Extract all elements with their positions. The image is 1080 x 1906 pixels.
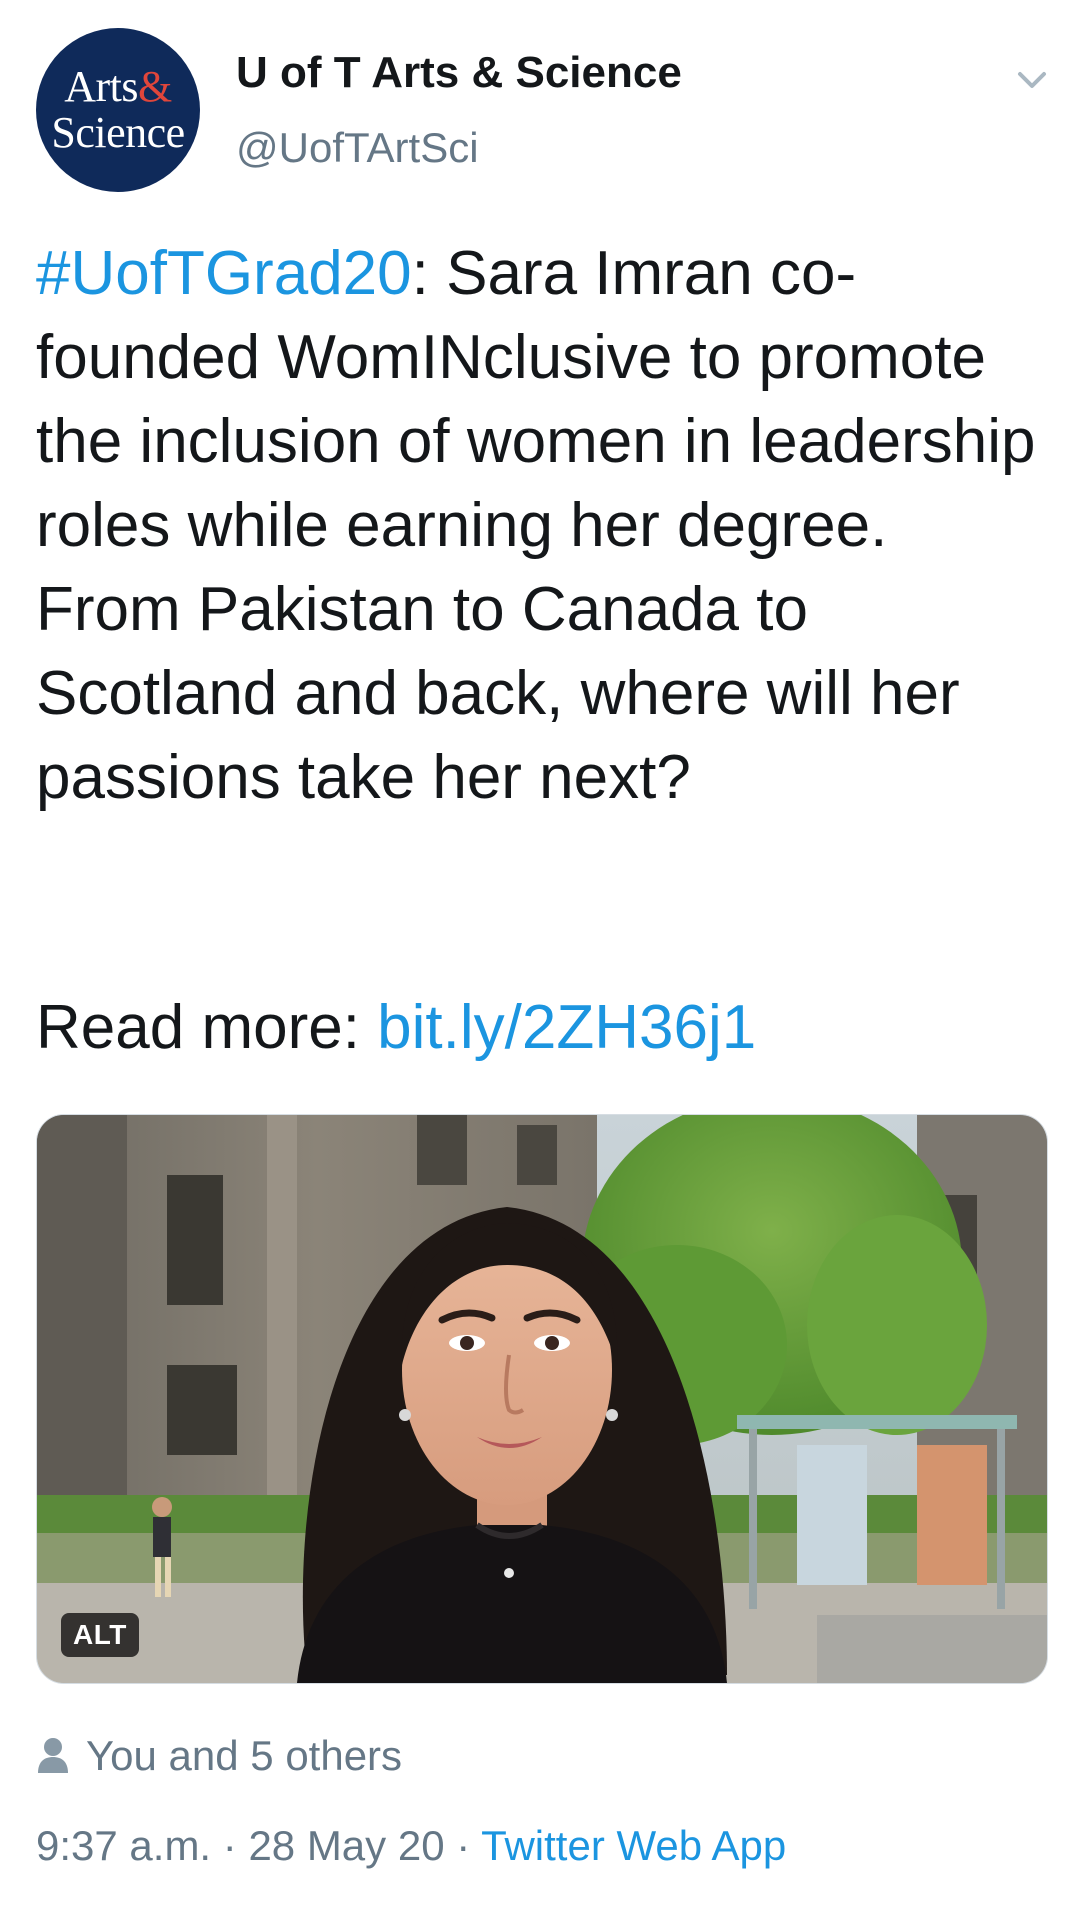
avatar-text-science: Science (51, 108, 185, 157)
tweet-meta: 9:37 a.m. · 28 May 20 · Twitter Web App (36, 1822, 786, 1870)
tweet-text: #UofTGrad20: Sara Imran co-founded WomIN… (36, 232, 1046, 820)
avatar-text-arts: Arts (64, 62, 139, 111)
tweet-body: : Sara Imran co-founded WomINclusive to … (36, 239, 1036, 812)
source-app-link[interactable]: Twitter Web App (481, 1822, 786, 1869)
separator-dot: · (444, 1822, 482, 1869)
person-icon (38, 1738, 68, 1773)
media-photo[interactable]: ALT (36, 1114, 1048, 1684)
tweet: Arts& Science U of T Arts & Science @Uof… (0, 0, 1080, 1906)
account-handle[interactable]: @UofTArtSci (236, 124, 479, 172)
avatar[interactable]: Arts& Science (36, 28, 200, 192)
avatar-text-amp: & (138, 62, 172, 111)
photo-illustration (37, 1115, 1047, 1683)
alt-badge[interactable]: ALT (61, 1613, 139, 1657)
display-name[interactable]: U of T Arts & Science (236, 48, 682, 98)
likes-text: You and 5 others (86, 1732, 403, 1779)
read-more-link[interactable]: bit.ly/2ZH36j1 (377, 993, 756, 1062)
read-more-label: Read more: (36, 993, 378, 1062)
tweet-date[interactable]: 28 May 20 (248, 1822, 444, 1869)
likes-row[interactable]: You and 5 others (36, 1728, 402, 1784)
hashtag-link[interactable]: #UofTGrad20 (36, 239, 412, 308)
chevron-down-icon[interactable] (1010, 58, 1054, 102)
tweet-time[interactable]: 9:37 a.m. (36, 1822, 211, 1869)
separator-dot: · (211, 1822, 249, 1869)
read-more-line: Read more: bit.ly/2ZH36j1 (36, 986, 1046, 1070)
